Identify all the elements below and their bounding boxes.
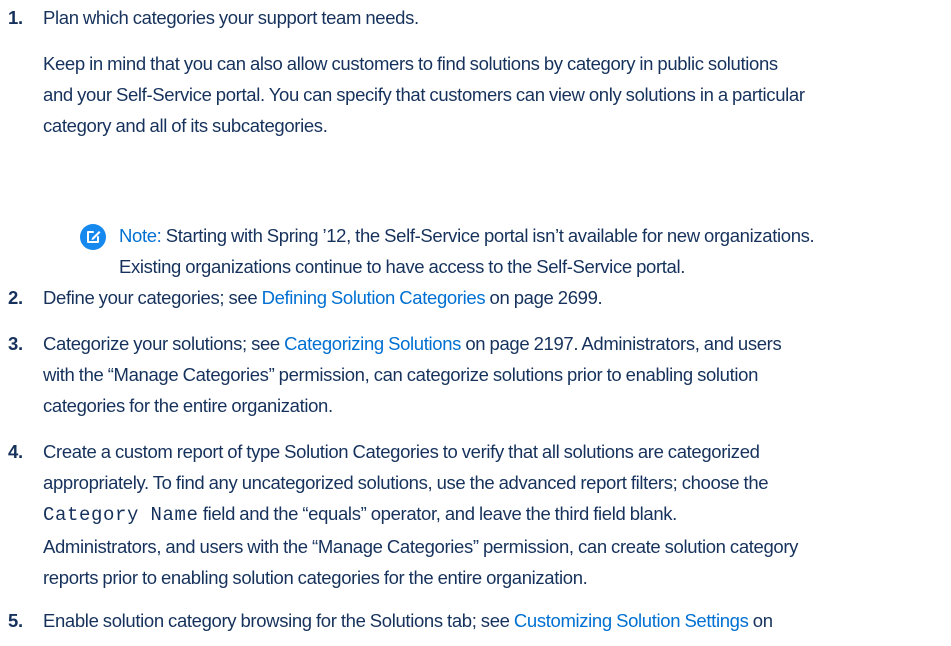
- step-text-post: on page 2197. Administrators, and users: [461, 333, 782, 354]
- step-text: Create a custom report of type Solution …: [43, 436, 951, 593]
- step-line-2: with the “Manage Categories” permission,…: [43, 364, 759, 385]
- step-text-post: field and the “equals” operator, and lea…: [198, 503, 678, 524]
- step-text-pre: Categorize your solutions; see: [43, 333, 285, 354]
- step-text-post: on page 2699.: [485, 287, 603, 308]
- step-text: Enable solution category browsing for th…: [43, 605, 951, 636]
- note-text: Starting with Spring ’12, the Self-Servi…: [165, 225, 815, 246]
- step-number: 5.: [8, 610, 23, 631]
- paragraph-line: and your Self-Service portal. You can sp…: [43, 84, 805, 105]
- step-number: 2.: [8, 287, 23, 308]
- step-text: Categorize your solutions; see Categoriz…: [43, 328, 951, 421]
- step-3: 3. Categorize your solutions; see Catego…: [8, 328, 951, 421]
- step-text-pre: Define your categories; see: [43, 287, 262, 308]
- step-text: Plan which categories your support team …: [43, 7, 419, 28]
- step-line-4: Administrators, and users with the “Mana…: [43, 536, 799, 557]
- step-number: 4.: [8, 441, 23, 462]
- step-text-pre: Enable solution category browsing for th…: [43, 610, 514, 631]
- step-line-5: reports prior to enabling solution categ…: [43, 567, 588, 588]
- paragraph-line: Keep in mind that you can also allow cus…: [43, 53, 778, 74]
- step-line-1: Create a custom report of type Solution …: [43, 441, 760, 462]
- step-line-1: Categorize your solutions; see Categoriz…: [43, 328, 951, 359]
- step-line-3: Category Name field and the “equals” ope…: [43, 498, 951, 531]
- step-line-2: appropriately. To find any uncategorized…: [43, 472, 769, 493]
- note-callout: Note: Starting with Spring ’12, the Self…: [80, 220, 815, 282]
- document-page: 1. Plan which categories your support te…: [0, 0, 951, 646]
- step-2: 2. Define your categories; see Defining …: [8, 282, 951, 313]
- step-number: 3.: [8, 333, 23, 354]
- edit-note-icon: [80, 224, 106, 250]
- step-1-paragraph: Keep in mind that you can also allow cus…: [43, 48, 805, 141]
- defining-solution-categories-link[interactable]: Defining Solution Categories: [262, 287, 486, 308]
- customizing-solution-settings-link[interactable]: Customizing Solution Settings: [514, 610, 749, 631]
- step-1: 1. Plan which categories your support te…: [8, 2, 951, 33]
- step-4: 4. Create a custom report of type Soluti…: [8, 436, 951, 593]
- step-text: Define your categories; see Defining Sol…: [43, 282, 951, 313]
- step-number: 1.: [8, 7, 23, 28]
- note-line-2: Existing organizations continue to have …: [119, 256, 686, 277]
- note-line-1: Note: Starting with Spring ’12, the Self…: [119, 220, 815, 251]
- category-name-field: Category Name: [43, 504, 199, 526]
- step-5: 5. Enable solution category browsing for…: [8, 605, 951, 636]
- step-line-3: categories for the entire organization.: [43, 395, 333, 416]
- paragraph-line: category and all of its subcategories.: [43, 115, 328, 136]
- categorizing-solutions-link[interactable]: Categorizing Solutions: [284, 333, 461, 354]
- note-label: Note:: [119, 225, 162, 246]
- step-text-post: on: [748, 610, 773, 631]
